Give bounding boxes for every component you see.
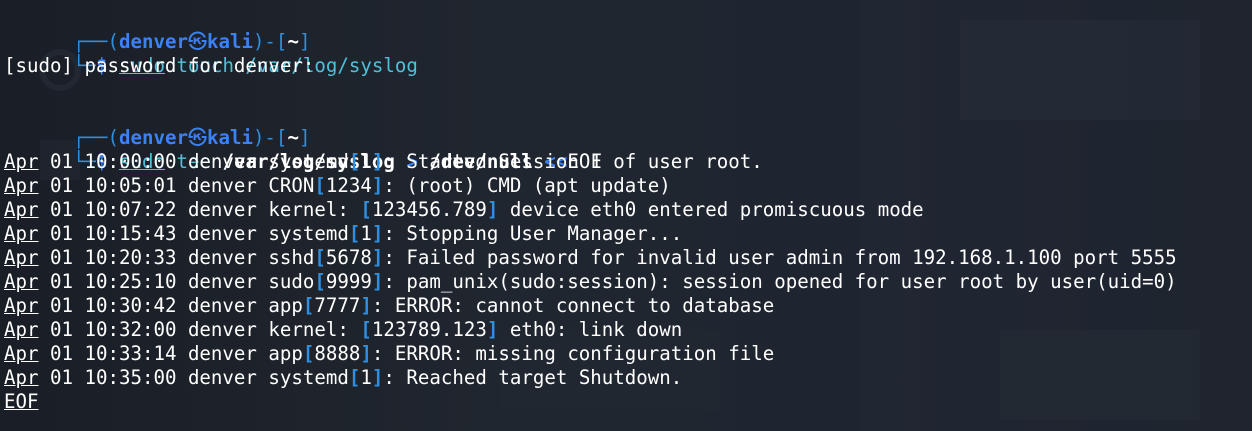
log-bracket: [ xyxy=(314,174,326,197)
log-line: Apr 01 10:15:43 denver systemd[1]: Stopp… xyxy=(4,222,1252,246)
log-line: Apr 01 10:30:42 denver app[7777]: ERROR:… xyxy=(4,294,1252,318)
log-bracket: ] xyxy=(371,150,384,173)
prompt-frame: )-[ xyxy=(252,126,288,149)
log-line: Apr 01 10:07:22 denver kernel: [123456.7… xyxy=(4,198,1252,222)
log-pid: 123789.123 xyxy=(371,318,487,341)
log-month: Apr xyxy=(4,270,39,293)
log-bracket: [ xyxy=(348,222,361,245)
log-message: : ERROR: cannot connect to database xyxy=(371,294,775,317)
log-bracket: ] xyxy=(486,198,499,221)
log-month: Apr xyxy=(4,366,39,389)
log-line: Apr 01 10:00:00 denver systemd[1]: Start… xyxy=(4,150,1252,174)
log-line: Apr 01 10:32:00 denver kernel: [123789.1… xyxy=(4,318,1252,342)
log-pid: 8888 xyxy=(314,342,361,365)
log-bracket: [ xyxy=(348,150,361,173)
log-bracket: ] xyxy=(371,270,384,293)
log-bracket: ] xyxy=(371,246,384,269)
log-text: 01 10:30:42 denver app xyxy=(38,294,303,317)
heredoc-end-line: EOF xyxy=(4,390,1252,414)
log-bracket: [ xyxy=(360,198,372,221)
prompt-directory: ~ xyxy=(287,126,299,149)
log-line: Apr 01 10:05:01 denver CRON[1234]: (root… xyxy=(4,174,1252,198)
log-pid: 1234 xyxy=(325,174,372,197)
prompt-frame: ] xyxy=(298,126,311,149)
log-month: Apr xyxy=(4,342,39,365)
log-text: 01 10:05:01 denver CRON xyxy=(38,174,315,197)
log-bracket: ] xyxy=(360,342,372,365)
log-month: Apr xyxy=(4,294,39,317)
log-message: : Failed password for invalid user admin… xyxy=(383,246,1177,269)
log-text: 01 10:07:22 denver kernel: xyxy=(38,198,361,221)
log-bracket: ] xyxy=(371,174,384,197)
log-message: : Stopping User Manager... xyxy=(383,222,683,245)
log-text: 01 10:25:10 denver sudo xyxy=(38,270,315,293)
log-text: 01 10:33:14 denver app xyxy=(38,342,303,365)
kali-separator-icon: ㉿ xyxy=(187,30,208,53)
log-message: : Started Session 1 of user root. xyxy=(383,150,763,173)
log-pid: 1 xyxy=(360,222,372,245)
log-line: Apr 01 10:35:00 denver systemd[1]: Reach… xyxy=(4,366,1252,390)
log-message: : Reached target Shutdown. xyxy=(383,366,683,389)
log-pid: 1 xyxy=(360,366,372,389)
prompt-frame: ] xyxy=(298,30,311,53)
log-pid: 123456.789 xyxy=(371,198,487,221)
log-text: 01 10:00:00 denver systemd xyxy=(38,150,349,173)
log-bracket: ] xyxy=(371,222,384,245)
log-bracket: [ xyxy=(314,246,326,269)
terminal-window[interactable]: ┌──(denver㉿kali)-[~] └─$ sudo touch /var… xyxy=(0,0,1252,431)
log-message: : (root) CMD (apt update) xyxy=(383,174,671,197)
kali-separator-icon: ㉿ xyxy=(187,126,208,149)
log-line: Apr 01 10:33:14 denver app[8888]: ERROR:… xyxy=(4,342,1252,366)
prompt-user: denver xyxy=(118,30,188,53)
log-pid: 9999 xyxy=(325,270,372,293)
log-line: Apr 01 10:25:10 denver sudo[9999]: pam_u… xyxy=(4,270,1252,294)
prompt-host: kali xyxy=(206,30,253,53)
log-bracket: [ xyxy=(360,318,372,341)
log-bracket: [ xyxy=(302,294,315,317)
log-bracket: ] xyxy=(371,366,384,389)
sudo-password-prompt: [sudo] password for denver: xyxy=(4,54,315,77)
log-line: Apr 01 10:20:33 denver sshd[5678]: Faile… xyxy=(4,246,1252,270)
log-bracket: ] xyxy=(360,294,372,317)
log-month: Apr xyxy=(4,150,39,173)
prompt-user: denver xyxy=(118,126,188,149)
log-bracket: [ xyxy=(314,270,326,293)
log-text: 01 10:32:00 denver kernel: xyxy=(38,318,361,341)
log-pid: 1 xyxy=(360,150,372,173)
prompt-frame: ┌──( xyxy=(72,126,119,149)
log-message: eth0: link down xyxy=(498,318,683,341)
heredoc-end-delimiter: EOF xyxy=(4,390,39,413)
log-pid: 5678 xyxy=(325,246,372,269)
log-text: 01 10:20:33 denver sshd xyxy=(38,246,315,269)
log-message: : pam_unix(sudo:session): session opened… xyxy=(383,270,1177,293)
log-bracket: [ xyxy=(348,366,361,389)
prompt-directory: ~ xyxy=(287,30,299,53)
prompt-header-line: ┌──(denver㉿kali)-[~] xyxy=(4,6,1252,53)
log-text: 01 10:15:43 denver systemd xyxy=(38,222,349,245)
log-pid: 7777 xyxy=(314,294,361,317)
log-month: Apr xyxy=(4,198,39,221)
log-month: Apr xyxy=(4,174,39,197)
log-month: Apr xyxy=(4,246,39,269)
log-bracket: ] xyxy=(486,318,499,341)
heredoc-body: Apr 01 10:00:00 denver systemd[1]: Start… xyxy=(4,150,1252,390)
log-month: Apr xyxy=(4,318,39,341)
log-month: Apr xyxy=(4,222,39,245)
log-message: device eth0 entered promiscuous mode xyxy=(498,198,924,221)
prompt-host: kali xyxy=(206,126,253,149)
log-text: 01 10:35:00 denver systemd xyxy=(38,366,349,389)
log-message: : ERROR: missing configuration file xyxy=(371,342,775,365)
log-bracket: [ xyxy=(302,342,315,365)
prompt-frame: ┌──( xyxy=(72,30,119,53)
prompt-header-line: ┌──(denver㉿kali)-[~] xyxy=(4,102,1252,149)
prompt-frame: )-[ xyxy=(252,30,288,53)
